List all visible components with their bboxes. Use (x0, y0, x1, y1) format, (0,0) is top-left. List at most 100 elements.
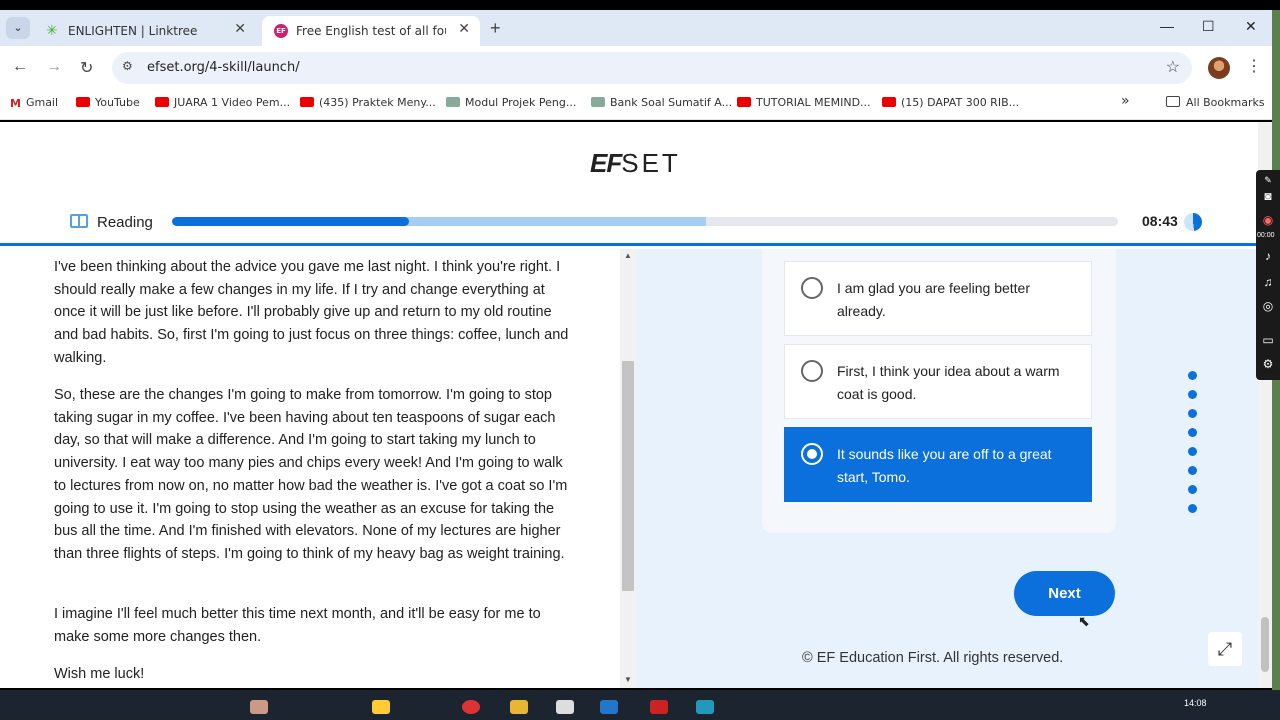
option-text: First, I think your idea about a warm co… (837, 363, 1060, 402)
close-window-button[interactable]: ✕ (1245, 18, 1257, 35)
test-content: I've been thinking about the advice you … (0, 249, 1258, 688)
settings-gear-icon[interactable]: ⚙ (1260, 356, 1276, 372)
back-icon[interactable]: ← (12, 58, 28, 76)
maximize-button[interactable]: ☐ (1202, 18, 1215, 35)
tab-label: Free English test of all four skills (296, 24, 446, 38)
scrollbar-thumb[interactable] (622, 361, 634, 591)
question-dot[interactable] (1188, 485, 1197, 494)
radio-button[interactable] (801, 360, 823, 382)
youtube-icon (300, 97, 314, 107)
folder-icon (1166, 96, 1180, 107)
tab-strip: ⌄ ✳ ENLIGHTEN | Linktree ✕ EF Free Engli… (0, 10, 1272, 46)
bookmark-dapat[interactable]: (15) DAPAT 300 RIB... (882, 96, 1019, 109)
bookmark-label: Modul Projek Peng... (465, 96, 577, 109)
camera-icon[interactable]: ◙ (1260, 188, 1276, 204)
bookmark-label: YouTube (95, 96, 140, 109)
bookmark-label: JUARA 1 Video Pem... (174, 96, 291, 109)
progress-bar (172, 217, 1118, 226)
passage-paragraph: I imagine I'll feel much better this tim… (54, 606, 541, 645)
passage-paragraph: Wish me luck! (54, 666, 145, 682)
web-page: EFSET Reading 08:43 I've been thinking a… (0, 122, 1258, 688)
bookmark-banksoal[interactable]: Bank Soal Sumatif A... (591, 96, 732, 109)
reload-icon[interactable]: ↻ (80, 58, 93, 78)
site-info-icon[interactable]: ⚙ (122, 59, 133, 73)
bookmark-star-icon[interactable]: ☆ (1166, 57, 1180, 77)
speaker-icon[interactable]: ♫ (1260, 274, 1276, 290)
answer-option-2[interactable]: First, I think your idea about a warm co… (784, 344, 1092, 419)
bookmark-praktek[interactable]: (435) Praktek Meny... (300, 96, 436, 109)
taskbar-app-icon[interactable] (600, 700, 618, 714)
passage-paragraph: I've been thinking about the advice you … (54, 259, 569, 366)
radio-button[interactable] (801, 277, 823, 299)
ef-icon: EF (274, 24, 288, 38)
close-tab-icon[interactable]: ✕ (234, 21, 246, 37)
progress-header: Reading 08:43 (0, 206, 1258, 246)
new-tab-button[interactable]: + (490, 18, 501, 39)
option-text: It sounds like you are off to a great st… (837, 446, 1052, 485)
logo-set: SET (621, 148, 681, 178)
question-dot[interactable] (1188, 409, 1197, 418)
answer-option-1[interactable]: I am glad you are feeling better already… (784, 261, 1092, 336)
scroll-up-icon[interactable]: ▲ (624, 251, 632, 260)
record-icon[interactable]: ◉ (1260, 212, 1276, 228)
taskbar-app-icon[interactable] (650, 700, 668, 714)
page-scrollbar-thumb[interactable] (1261, 617, 1269, 672)
window-icon[interactable]: ▭ (1260, 332, 1276, 348)
linktree-icon: ✳ (46, 23, 58, 39)
taskbar-app-icon[interactable] (372, 700, 390, 714)
all-bookmarks-button[interactable]: All Bookmarks (1166, 96, 1265, 109)
logo-ef: EF (590, 148, 622, 178)
modul-icon (591, 97, 605, 107)
question-dot[interactable] (1188, 447, 1197, 456)
next-button[interactable]: Next (1014, 571, 1115, 616)
bookmark-gmail[interactable]: M Gmail (10, 96, 59, 110)
tab-search-button[interactable]: ⌄ (6, 17, 30, 39)
question-panel: I am glad you are feeling better already… (636, 249, 1258, 688)
recorder-time: 00:00 (1257, 232, 1275, 239)
tab-linktree[interactable]: ✳ ENLIGHTEN | Linktree ✕ (34, 16, 256, 46)
taskbar-app-icon[interactable] (462, 700, 480, 714)
taskbar-app-icon[interactable] (250, 700, 268, 714)
minimize-button[interactable]: — (1160, 18, 1174, 34)
question-dot[interactable] (1188, 371, 1197, 380)
option-text: I am glad you are feeling better already… (837, 280, 1031, 319)
browser-menu-icon[interactable]: ⋮ (1246, 56, 1262, 76)
address-bar[interactable]: ⚙ efset.org/4-skill/launch/ ☆ (112, 52, 1192, 84)
taskbar-clock: 14:08 (1184, 698, 1207, 708)
passage-scrollbar[interactable]: ▲ ▼ (620, 249, 636, 688)
microphone-icon[interactable]: ♪ (1260, 248, 1276, 264)
bookmark-label: Gmail (25, 96, 59, 109)
scroll-down-icon[interactable]: ▼ (624, 675, 632, 684)
screen-recorder-bar: ✎ ◙ ◉ 00:00 ♪ ♫ ◎ ▭ ⚙ (1256, 170, 1280, 380)
section-label: Reading (97, 214, 153, 231)
reading-passage[interactable]: I've been thinking about the advice you … (0, 249, 620, 688)
gmail-icon: M (10, 97, 21, 110)
bookmark-label: All Bookmarks (1186, 96, 1265, 109)
question-dot[interactable] (1188, 466, 1197, 475)
bookmark-youtube[interactable]: YouTube (76, 96, 140, 109)
taskbar-app-icon[interactable] (556, 700, 574, 714)
bookmark-label: Bank Soal Sumatif A... (610, 96, 733, 109)
bookmark-label: (435) Praktek Meny... (319, 96, 436, 109)
more-bookmarks-button[interactable]: » (1121, 93, 1130, 109)
bookmark-label: TUTORIAL MEMIND... (756, 96, 871, 109)
forward-icon[interactable]: → (46, 58, 62, 76)
fullscreen-icon[interactable]: ⤢ (1208, 632, 1242, 666)
question-dot[interactable] (1188, 504, 1197, 513)
radio-button-selected[interactable] (801, 443, 823, 465)
pen-icon[interactable]: ✎ (1260, 172, 1276, 188)
bookmark-tutorial[interactable]: TUTORIAL MEMIND... (737, 96, 871, 109)
close-tab-icon[interactable]: ✕ (458, 21, 470, 37)
question-dot[interactable] (1188, 390, 1197, 399)
answer-option-3[interactable]: It sounds like you are off to a great st… (784, 427, 1092, 502)
taskbar-app-icon[interactable] (510, 700, 528, 714)
tab-efset[interactable]: EF Free English test of all four skills … (262, 16, 480, 46)
webcam-icon[interactable]: ◎ (1260, 298, 1276, 314)
question-dot[interactable] (1188, 428, 1197, 437)
bookmark-modul[interactable]: Modul Projek Peng... (446, 96, 576, 109)
youtube-icon (882, 97, 896, 107)
bookmark-juara[interactable]: JUARA 1 Video Pem... (155, 96, 290, 109)
taskbar-app-icon[interactable] (696, 700, 714, 714)
profile-avatar[interactable] (1208, 57, 1230, 79)
os-taskbar: 14:08 (0, 690, 1280, 720)
